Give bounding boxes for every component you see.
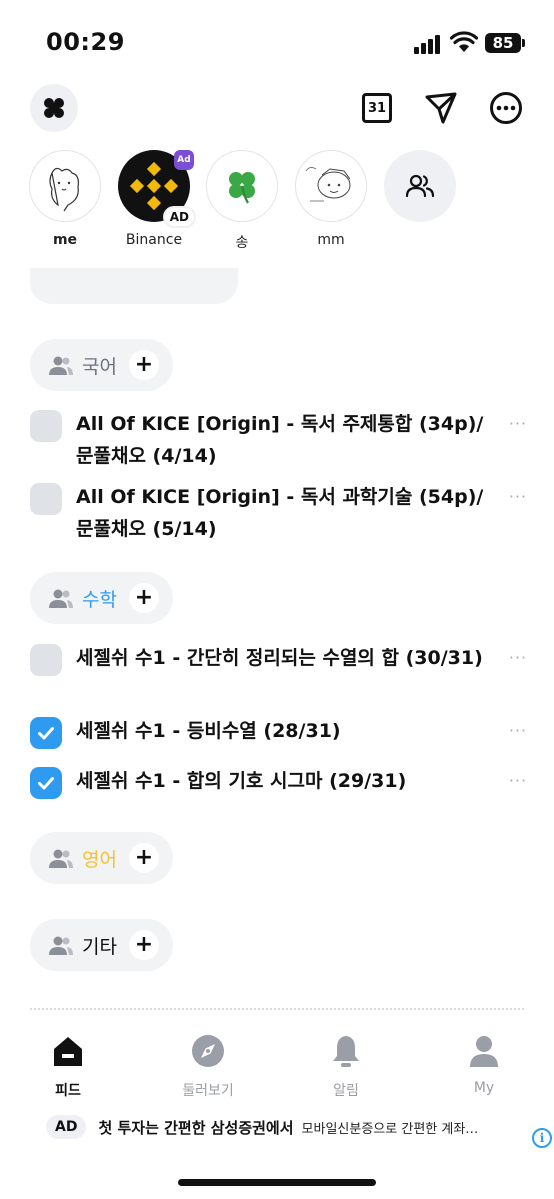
tab-feed[interactable]: 피드 [18,1034,118,1100]
ad-info-icon[interactable]: i [532,1128,552,1148]
todo-text[interactable]: All Of KICE [Origin] - 독서 주제통합 (34p)/ 문풀… [76,408,486,472]
wifi-icon [450,31,478,52]
status-bar: 00:29 85 [0,0,554,80]
friends-icon [405,174,435,198]
tab-notifications[interactable]: 알림 [296,1034,396,1100]
avatar [206,150,278,222]
more-options-button[interactable] [486,88,526,128]
story-me[interactable]: me [15,150,115,248]
todo-checkbox-checked[interactable] [30,717,62,749]
scrolled-chip-edge [30,268,238,304]
compass-icon [192,1035,224,1067]
home-indicator [178,1179,376,1186]
category-label: 수학 [82,588,117,611]
category-chip-other[interactable]: 기타 + [30,919,173,971]
app-logo-icon [44,98,64,118]
sketch-avatar-icon [49,167,79,212]
avatar: Ad AD [118,150,196,228]
home-icon [54,1037,82,1066]
story-name: me [52,232,78,248]
story-mm[interactable]: mm [281,150,381,248]
story-song[interactable]: 송 [192,150,292,252]
story-name: mm [317,232,345,248]
todo-text[interactable]: 세젤쉬 수1 - 간단히 정리되는 수열의 합 (30/31) [76,642,486,674]
story-name: 송 [235,235,249,251]
todo-more-button[interactable]: ··· [506,414,530,434]
app-logo-button[interactable] [30,84,78,132]
avatar [29,150,101,222]
sticker-badge: Ad [174,150,194,170]
todo-checkbox[interactable] [30,644,62,676]
tab-my[interactable]: My [434,1034,534,1096]
tab-explore[interactable]: 둘러보기 [158,1034,258,1100]
category-chip-english[interactable]: 영어 + [30,832,173,884]
ad-badge: AD [162,206,196,228]
todo-more-button[interactable]: ··· [506,648,530,668]
category-label: 국어 [82,355,117,378]
category-label: 기타 [82,935,117,958]
category-chip-math[interactable]: 수학 + [30,572,173,624]
ad-description[interactable]: 모바일신분증으로 간편한 계좌… [302,1118,479,1137]
share-button[interactable] [421,88,461,128]
more-circle-icon [490,92,522,124]
friends-button[interactable] [370,150,470,222]
friends-circle [384,150,456,222]
people-icon [49,356,73,375]
avatar [295,150,367,222]
tab-label: 알림 [333,1083,359,1099]
bell-icon [333,1036,359,1067]
add-todo-button[interactable]: + [128,350,159,380]
story-name: Binance [125,232,183,248]
add-todo-button[interactable]: + [128,930,159,960]
checkmark-icon [38,777,54,790]
ad-tag: AD [46,1115,87,1139]
clover-icon [229,172,255,204]
cellular-signal-icon [414,34,444,54]
ad-headline[interactable]: 첫 투자는 간편한 삼성증권에서 [98,1117,293,1138]
person-icon [470,1036,498,1067]
todo-text[interactable]: 세젤쉬 수1 - 등비수열 (28/31) [76,715,486,747]
calendar-button[interactable]: 31 [357,88,397,128]
ad-banner[interactable]: AD 첫 투자는 간편한 삼성증권에서 모바일신분증으로 간편한 계좌… [46,1112,524,1142]
todo-checkbox-checked[interactable] [30,767,62,799]
calendar-icon: 31 [362,93,392,123]
todo-more-button[interactable]: ··· [506,487,530,507]
category-label: 영어 [82,848,117,871]
checkmark-icon [38,727,54,740]
tab-label: 둘러보기 [182,1083,234,1099]
todo-checkbox[interactable] [30,410,62,442]
people-icon [49,936,73,955]
todo-text[interactable]: 세젤쉬 수1 - 합의 기호 시그마 (29/31) [76,765,486,797]
battery-indicator: 85 [485,33,525,53]
add-todo-button[interactable]: + [128,843,159,873]
people-icon [49,589,73,608]
tab-label: 피드 [55,1083,81,1099]
people-icon [49,849,73,868]
todo-more-button[interactable]: ··· [506,771,530,791]
todo-more-button[interactable]: ··· [506,721,530,741]
todo-text[interactable]: All Of KICE [Origin] - 독서 과학기술 (54p)/ 문풀… [76,481,486,545]
add-todo-button[interactable]: + [128,583,159,613]
tab-bar-divider [30,1008,524,1010]
todo-checkbox[interactable] [30,483,62,515]
binance-logo-icon [129,161,179,211]
status-time: 00:29 [46,28,125,56]
category-chip-korean[interactable]: 국어 + [30,339,173,391]
sketch-avatar-icon [305,167,351,202]
send-icon [425,92,457,124]
tab-label: My [473,1080,495,1096]
story-binance[interactable]: Ad AD Binance [104,150,204,248]
